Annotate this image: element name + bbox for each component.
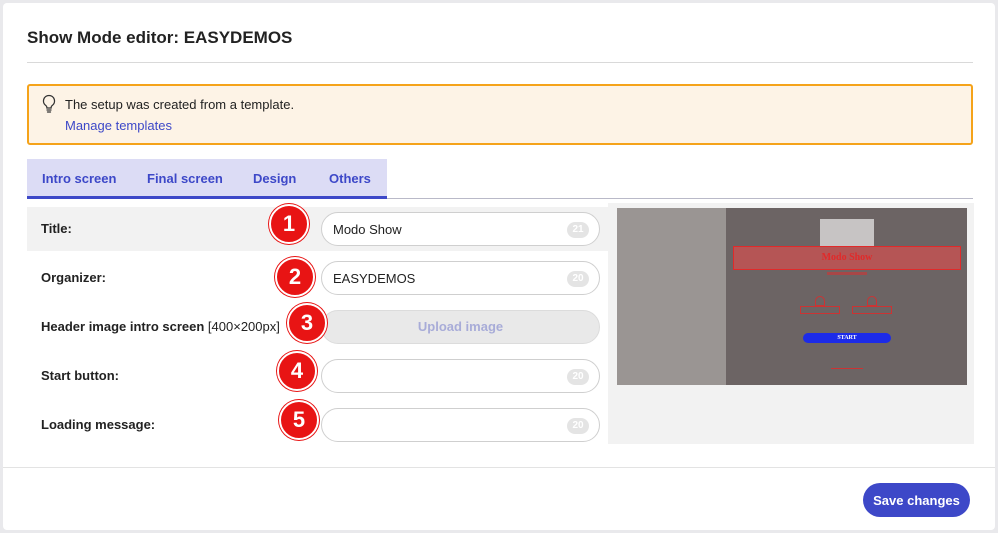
organizer-input-value: EASYDEMOS	[333, 271, 416, 286]
organizer-char-count: 20	[567, 271, 589, 287]
organizer-input[interactable]: EASYDEMOS 20	[321, 261, 600, 295]
show-mode-editor-modal: Show Mode editor: EASYDEMOS The setup wa…	[3, 3, 995, 530]
tab-final-screen[interactable]: Final screen	[147, 171, 223, 186]
lightbulb-icon	[42, 94, 56, 113]
header-image-label: Header image intro screen [400×200px]	[41, 319, 280, 334]
title-input[interactable]: Modo Show 21	[321, 212, 600, 246]
title-row: Title: Modo Show 21	[27, 207, 609, 251]
header-image-label-text: Header image intro screen	[41, 319, 205, 334]
preview-title: Modo Show	[733, 246, 961, 270]
title-label: Title:	[41, 221, 72, 236]
step-badge-4: 4	[277, 351, 317, 391]
tab-bar: Intro screen Final screen Design Others	[27, 159, 387, 199]
organizer-row: Organizer: EASYDEMOS 20	[27, 256, 609, 300]
tab-strip: Intro screen Final screen Design Others	[27, 159, 973, 199]
step-badge-2: 2	[275, 257, 315, 297]
loading-message-label: Loading message:	[41, 417, 156, 432]
step-badge-3: 3	[287, 303, 327, 343]
preview-start-button: START	[803, 333, 891, 343]
tab-intro-screen[interactable]: Intro screen	[42, 171, 116, 186]
template-notice: The setup was created from a template. M…	[27, 84, 973, 145]
tab-design[interactable]: Design	[253, 171, 296, 186]
modal-title: Show Mode editor: EASYDEMOS	[27, 28, 293, 47]
preview-option-1	[800, 306, 840, 314]
organizer-label: Organizer:	[41, 270, 107, 285]
preview-header-image	[820, 219, 874, 246]
tab-others[interactable]: Others	[329, 171, 371, 186]
preview-organizer	[827, 272, 867, 275]
loading-message-char-count: 20	[567, 418, 589, 434]
loading-message-input[interactable]: 20	[321, 408, 600, 442]
title-char-count: 21	[567, 222, 589, 238]
step-badge-1: 1	[269, 204, 309, 244]
start-button-row: Start button: 20	[27, 354, 609, 398]
preview-panel: Modo Show START	[608, 203, 974, 444]
preview-option-icon-2	[867, 296, 877, 306]
start-button-input[interactable]: 20	[321, 359, 600, 393]
notice-message: The setup was created from a template.	[65, 97, 295, 112]
start-button-char-count: 20	[567, 369, 589, 385]
save-changes-button[interactable]: Save changes	[863, 483, 970, 517]
footer-divider	[3, 467, 995, 468]
title-divider	[27, 62, 973, 63]
preview-option-2	[852, 306, 892, 314]
preview-option-icon-1	[815, 296, 825, 306]
intro-screen-preview: Modo Show START	[617, 208, 967, 385]
step-badge-5: 5	[279, 400, 319, 440]
preview-side-panel	[617, 208, 726, 385]
manage-templates-link[interactable]: Manage templates	[65, 118, 172, 133]
start-button-label: Start button:	[41, 368, 119, 383]
title-input-value: Modo Show	[333, 222, 402, 237]
upload-image-button[interactable]: Upload image	[321, 310, 600, 344]
header-image-size-hint: [400×200px]	[207, 319, 280, 334]
preview-footer-link	[831, 366, 863, 369]
